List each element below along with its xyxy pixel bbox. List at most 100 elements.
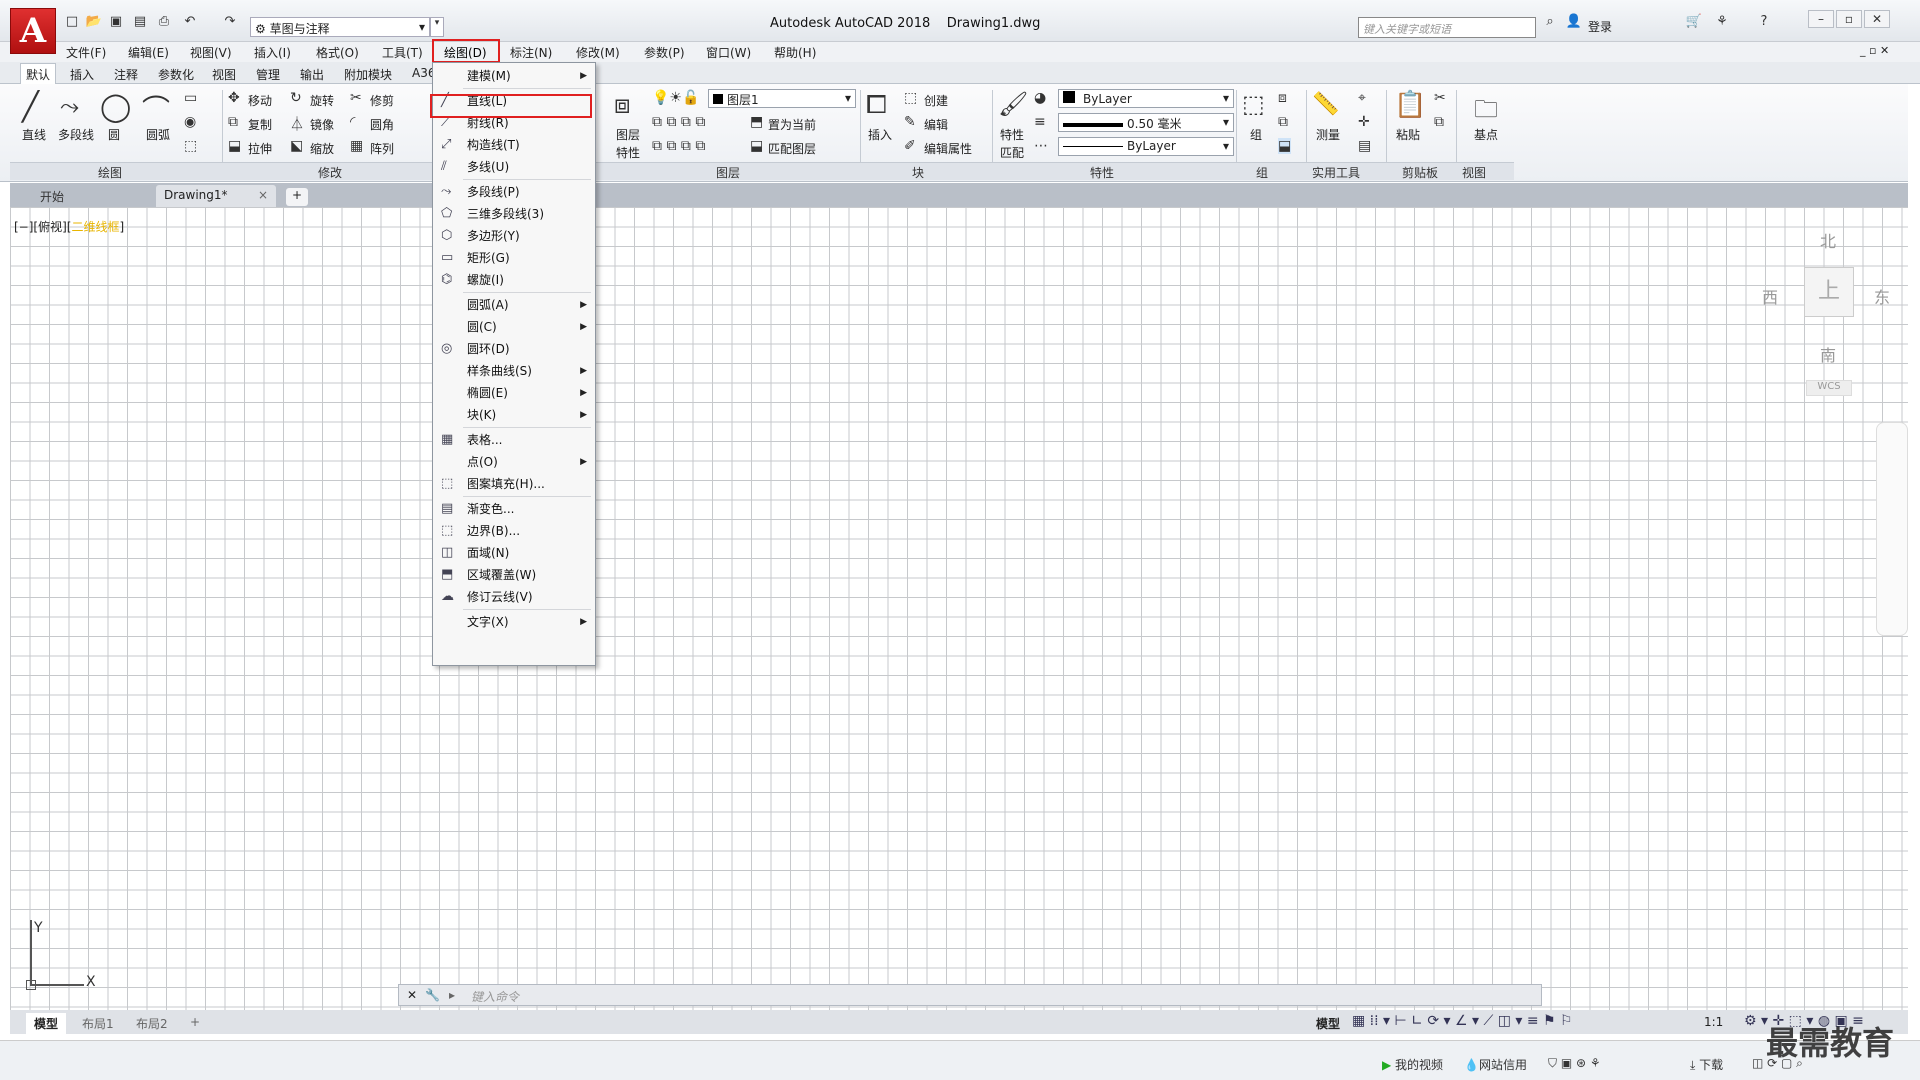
base-point-label[interactable]: 基点 (1474, 126, 1498, 143)
mirror-icon[interactable]: ⏃ (290, 114, 304, 134)
line-tool-icon[interactable]: ╱ (22, 90, 39, 123)
net-credit-link[interactable]: 💧网站信用 (1464, 1056, 1527, 1073)
navigation-bar[interactable] (1876, 422, 1908, 636)
my-videos-link[interactable]: ▶ 我的视频 (1382, 1056, 1443, 1073)
insert-block-icon[interactable]: ⧠ (866, 90, 887, 121)
layer-properties-label-1[interactable]: 图层 (616, 126, 640, 143)
draw-menu-item[interactable]: ◫ 面域(N) (433, 542, 595, 564)
app-logo-button[interactable]: A (10, 8, 56, 54)
annotation-scale[interactable]: 1:1 (1704, 1015, 1723, 1029)
set-current-icon[interactable]: ⬒ (750, 114, 763, 130)
copy-clip-icon[interactable]: ⧉ (1434, 114, 1444, 130)
stretch-icon[interactable]: ⬓ (228, 138, 241, 154)
draw-menu-item[interactable]: ⬠ 三维多段线(3) (433, 203, 595, 225)
add-layout-button[interactable]: + (182, 1013, 208, 1031)
group-edit-icon[interactable]: ⧉ (1278, 114, 1288, 130)
rotate-label[interactable]: 旋转 (310, 92, 334, 109)
draw-menu-item[interactable]: ◎ 圆环(D) (433, 338, 595, 360)
ribbon-tab-addins[interactable]: 附加模块 (344, 66, 392, 83)
draw-menu-item[interactable]: ⬒ 区域覆盖(W) (433, 564, 595, 586)
tab-start[interactable]: 开始 (32, 185, 72, 207)
group-select-icon[interactable]: ⬓ (1278, 138, 1292, 154)
match-properties-icon[interactable]: 🖌 (998, 90, 1028, 118)
tray-icons[interactable]: ⛉ ▣ ⊛ ⚘ (1548, 1056, 1601, 1071)
ribbon-tab-view[interactable]: 视图 (212, 66, 236, 83)
group-tool-label[interactable]: 组 (1250, 126, 1262, 143)
new-icon[interactable]: □ (62, 14, 82, 32)
circle-tool-icon[interactable]: ◯ (100, 90, 131, 123)
rectangle-small-icon[interactable]: ▭ (184, 90, 197, 106)
help-icon[interactable]: ? (1754, 14, 1774, 32)
ribbon-tab-annotate[interactable]: 注释 (114, 66, 138, 83)
download-link[interactable]: ⤓ 下载 (1690, 1056, 1723, 1073)
tab-layout2[interactable]: 布局2 (128, 1013, 176, 1034)
status-tool-icons[interactable]: ▦ ⁞⁞ ▾ ⊢ ∟ ⟳ ▾ ∠ ▾ ⟋ ◫ ▾ ≡ ⚑ ⚐ (1352, 1013, 1573, 1029)
draw-menu-item[interactable]: 块(K) ▶ (433, 404, 595, 426)
draw-menu-item[interactable]: ⌬ 螺旋(I) (433, 269, 595, 291)
match-layer-icon[interactable]: ⬓ (750, 138, 763, 154)
properties-group-label[interactable]: 特性 (1090, 164, 1114, 181)
layers-group-label[interactable]: 图层 (716, 164, 740, 181)
user-icon[interactable]: 👤 (1564, 14, 1584, 32)
close-icon[interactable]: × (258, 188, 268, 202)
viewcube-west[interactable]: 西 (1762, 284, 1778, 308)
workspace-combo[interactable]: ⚙ 草图与注释 ▾ (250, 17, 430, 37)
print-icon[interactable]: ⎙ (154, 14, 174, 32)
viewcube-north[interactable]: 北 (1820, 228, 1836, 252)
id-point-icon[interactable]: ⌖ (1358, 90, 1366, 106)
draw-menu-item[interactable]: ⬚ 图案填充(H)... (433, 473, 595, 495)
linetype-icon[interactable]: ⋯ (1034, 138, 1048, 154)
menu-format[interactable]: 格式(O) (316, 44, 359, 61)
draw-menu-item[interactable]: ⤳ 多段线(P) (433, 181, 595, 203)
layer-properties-label-2[interactable]: 特性 (616, 144, 640, 161)
wrench-icon[interactable]: 🔧 (425, 988, 440, 1002)
match-layer-label[interactable]: 匹配图层 (768, 140, 816, 157)
cart-icon[interactable]: 🛒 (1684, 14, 1704, 32)
color-wheel-icon[interactable]: ◕ (1034, 90, 1046, 106)
menu-file[interactable]: 文件(F) (66, 44, 106, 61)
wcs-menu[interactable]: WCS (1806, 380, 1852, 396)
ungroup-icon[interactable]: ⧈ (1278, 90, 1287, 106)
utilities-group-label[interactable]: 实用工具 (1312, 164, 1360, 181)
edit-attributes-icon[interactable]: ✐ (904, 138, 916, 154)
group-icon[interactable]: ⬚ (1242, 90, 1265, 118)
draw-menu-item[interactable]: ▭ 矩形(G) (433, 247, 595, 269)
insert-block-label[interactable]: 插入 (868, 126, 892, 143)
viewcube-top-face[interactable]: 上 (1804, 267, 1854, 317)
menu-tools[interactable]: 工具(T) (382, 44, 423, 61)
view-group-label[interactable]: 视图 (1462, 164, 1486, 181)
match-properties-label-1[interactable]: 特性 (1000, 126, 1024, 143)
scale-label[interactable]: 缩放 (310, 140, 334, 157)
doc-window-controls[interactable]: _ ▫ ✕ (1860, 44, 1889, 57)
groups-group-label[interactable]: 组 (1256, 164, 1268, 181)
fillet-icon[interactable]: ◜ (350, 114, 355, 130)
open-icon[interactable]: 📂 (84, 14, 104, 32)
command-line[interactable]: ✕ 🔧 ▸ 键入命令 (398, 984, 1542, 1006)
measure-icon[interactable]: 📏 (1312, 92, 1339, 117)
menu-modify[interactable]: 修改(M) (576, 44, 620, 61)
edit-block-label[interactable]: 编辑 (924, 116, 948, 133)
block-group-label[interactable]: 块 (912, 164, 924, 181)
hatch-small-icon[interactable]: ◉ (184, 114, 196, 130)
login-link[interactable]: 登录 (1588, 18, 1612, 35)
drawing-canvas[interactable] (10, 207, 1908, 1010)
draw-menu-item[interactable]: ⬚ 边界(B)... (433, 520, 595, 542)
paste-icon[interactable]: 📋 (1394, 90, 1426, 120)
linetype-combo[interactable]: ByLayer ▾ (1058, 137, 1234, 156)
line-tool-label[interactable]: 直线 (22, 126, 46, 143)
lineweight-combo[interactable]: 0.50 毫米 ▾ (1058, 113, 1234, 132)
mirror-label[interactable]: 镜像 (310, 116, 334, 133)
array-icon[interactable]: ▦ (350, 138, 363, 154)
draw-menu-item[interactable]: 建模(M) ▶ (433, 65, 595, 87)
menu-dimension[interactable]: 标注(N) (510, 44, 552, 61)
ribbon-tab-manage[interactable]: 管理 (256, 66, 280, 83)
arc-tool-label[interactable]: 圆弧 (146, 126, 170, 143)
draw-menu-item[interactable]: 圆弧(A) ▶ (433, 294, 595, 316)
draw-menu-item[interactable]: 点(O) ▶ (433, 451, 595, 473)
command-input[interactable]: 键入命令 (471, 988, 519, 1005)
ribbon-tab-output[interactable]: 输出 (300, 66, 324, 83)
save-as-icon[interactable]: ▤ (130, 14, 150, 32)
layer-properties-icon[interactable]: ⧈ (614, 90, 631, 121)
clipboard-group-label[interactable]: 剪贴板 (1402, 164, 1438, 181)
binoculars-icon[interactable]: ⌕ (1540, 14, 1560, 32)
